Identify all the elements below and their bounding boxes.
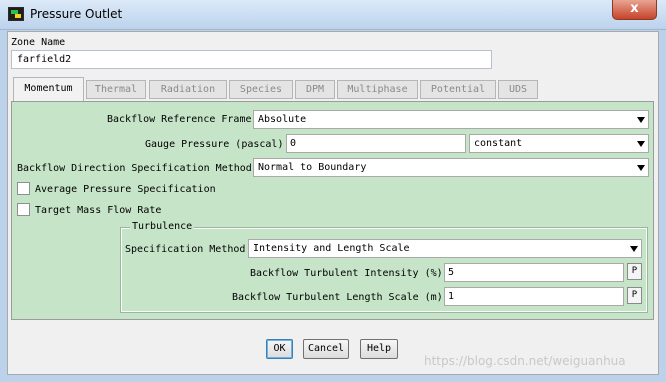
tab-species[interactable]: Species xyxy=(229,80,293,99)
close-button[interactable]: x xyxy=(612,0,657,20)
turbulent-intensity-label: Backflow Turbulent Intensity (%) xyxy=(250,268,443,279)
dropdown-arrow-icon xyxy=(637,117,645,123)
tab-thermal[interactable]: Thermal xyxy=(86,80,146,99)
dropdown-arrow-icon xyxy=(637,165,645,171)
tab-momentum[interactable]: Momentum xyxy=(13,77,84,101)
window-title: Pressure Outlet xyxy=(30,7,123,21)
backflow-reference-frame-label: Backflow Reference Frame xyxy=(107,114,252,125)
backflow-reference-frame-select[interactable]: Absolute xyxy=(253,110,649,129)
cancel-button[interactable]: Cancel xyxy=(303,339,349,359)
turbulent-length-scale-input[interactable]: 1 xyxy=(444,287,624,306)
backflow-direction-label: Backflow Direction Specification Method xyxy=(17,163,252,174)
target-mass-flow-checkbox[interactable] xyxy=(17,203,30,216)
dropdown-arrow-icon xyxy=(637,141,645,147)
turbulent-intensity-parameter-button[interactable]: P xyxy=(627,263,642,280)
fluent-app-icon xyxy=(8,7,24,21)
zone-name-label: Zone Name xyxy=(11,37,66,48)
help-button[interactable]: Help xyxy=(360,339,398,359)
tab-potential[interactable]: Potential xyxy=(420,80,496,99)
gauge-pressure-input[interactable]: 0 xyxy=(286,134,466,153)
turbulence-group-title: Turbulence xyxy=(130,221,195,232)
tab-dpm[interactable]: DPM xyxy=(295,80,335,99)
average-pressure-checkbox[interactable] xyxy=(17,182,30,195)
specification-method-select[interactable]: Intensity and Length Scale xyxy=(248,239,642,258)
gauge-pressure-label: Gauge Pressure (pascal) xyxy=(145,139,284,150)
backflow-direction-select[interactable]: Normal to Boundary xyxy=(253,158,649,177)
backflow-direction-value: Normal to Boundary xyxy=(258,162,367,173)
tab-radiation[interactable]: Radiation xyxy=(149,80,227,99)
specification-method-value: Intensity and Length Scale xyxy=(253,243,410,254)
watermark-text: https://blog.csdn.net/weiguanhua xyxy=(424,354,626,368)
specification-method-label: Specification Method xyxy=(125,244,246,255)
turbulent-intensity-input[interactable]: 5 xyxy=(444,263,624,282)
zone-name-input[interactable]: farfield2 xyxy=(11,50,492,69)
title-bar: Pressure Outlet x xyxy=(0,0,666,30)
backflow-reference-frame-value: Absolute xyxy=(258,114,307,125)
tab-uds[interactable]: UDS xyxy=(498,80,538,99)
turbulent-length-scale-label: Backflow Turbulent Length Scale (m) xyxy=(232,292,443,303)
ok-button[interactable]: OK xyxy=(266,339,293,359)
turbulent-length-scale-parameter-button[interactable]: P xyxy=(627,287,642,304)
tab-multiphase[interactable]: Multiphase xyxy=(337,80,418,99)
target-mass-flow-label: Target Mass Flow Rate xyxy=(35,205,162,216)
gauge-pressure-profile-value: constant xyxy=(474,138,523,149)
gauge-pressure-profile-select[interactable]: constant xyxy=(469,134,649,153)
average-pressure-label: Average Pressure Specification xyxy=(35,184,216,195)
dropdown-arrow-icon xyxy=(630,246,638,252)
